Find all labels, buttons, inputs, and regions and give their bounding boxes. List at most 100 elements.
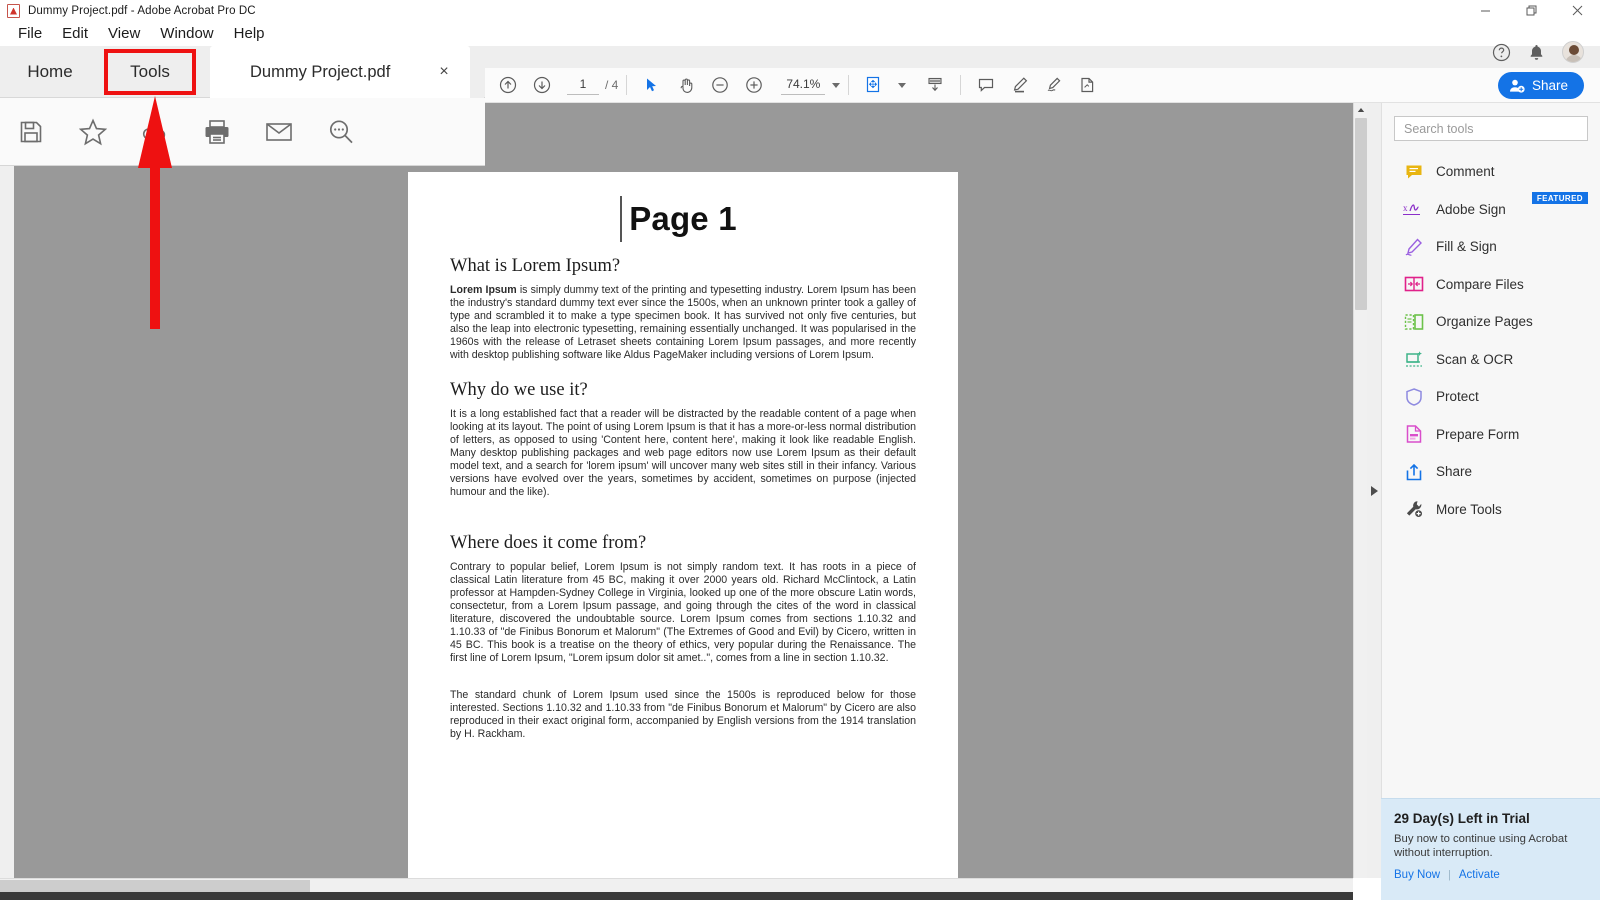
compare-files-icon [1403, 273, 1425, 295]
zoom-dropdown-caret-icon[interactable] [832, 82, 841, 88]
tool-item-adobe-sign[interactable]: x Adobe Sign FEATURED [1382, 191, 1600, 229]
tool-label-protect: Protect [1436, 389, 1479, 405]
zoom-in-icon[interactable] [737, 68, 771, 103]
section-heading-3: Where does it come from? [450, 533, 647, 553]
fit-page-icon[interactable] [857, 68, 891, 103]
tool-item-more-tools[interactable]: More Tools [1382, 491, 1600, 529]
horizontal-scroll-thumb[interactable] [0, 880, 310, 892]
close-button[interactable] [1554, 0, 1600, 21]
window-controls [1462, 0, 1600, 21]
zoom-out-icon[interactable] [703, 68, 737, 103]
vertical-scroll-thumb[interactable] [1355, 118, 1367, 310]
tool-label-comment: Comment [1436, 164, 1495, 180]
page-down-icon[interactable] [525, 68, 559, 103]
tool-label-adobe-sign: Adobe Sign [1436, 201, 1506, 217]
tool-label-fill-and-sign: Fill & Sign [1436, 239, 1497, 255]
sign-icon[interactable] [1037, 68, 1071, 103]
window-title: Dummy Project.pdf - Adobe Acrobat Pro DC [28, 4, 256, 17]
buy-now-link[interactable]: Buy Now [1394, 869, 1440, 881]
page-number-input[interactable]: 1 [567, 75, 599, 95]
search-tools-input[interactable]: Search tools [1394, 116, 1588, 141]
document-toolbar: 1 / 4 74.1% [485, 68, 1600, 103]
tool-item-share[interactable]: Share [1382, 453, 1600, 491]
adobe-sign-icon: x [1403, 198, 1425, 220]
tool-item-fill-and-sign[interactable]: Fill & Sign [1382, 228, 1600, 266]
window-bottom-edge [0, 892, 1353, 900]
tool-label-compare-files: Compare Files [1436, 276, 1524, 292]
acrobat-app-icon [7, 3, 20, 18]
tool-item-comment[interactable]: Comment [1382, 153, 1600, 191]
highlight-icon[interactable] [1003, 68, 1037, 103]
hand-tool-icon[interactable] [669, 68, 703, 103]
bell-icon[interactable] [1527, 43, 1546, 62]
header-right-cluster [1492, 36, 1600, 68]
star-icon[interactable] [62, 98, 124, 166]
chevron-right-icon-right-panel[interactable] [1371, 486, 1378, 496]
close-icon[interactable]: × [436, 64, 452, 80]
menu-window[interactable]: Window [150, 22, 223, 45]
tab-document-label: Dummy Project.pdf [250, 62, 391, 81]
avatar[interactable] [1562, 41, 1584, 63]
menu-view[interactable]: View [98, 22, 150, 45]
tools-list: Comment x Adobe Sign FEATURED Fill & Sig… [1382, 153, 1600, 528]
vertical-scrollbar[interactable] [1353, 103, 1367, 878]
left-panel-handle[interactable] [0, 166, 14, 878]
restore-button[interactable] [1508, 0, 1554, 21]
save-icon[interactable] [0, 98, 62, 166]
comment-icon [1403, 161, 1425, 183]
body-rest-1: is simply dummy text of the printing and… [450, 284, 916, 361]
tool-item-prepare-form[interactable]: Prepare Form [1382, 416, 1600, 454]
minimize-button[interactable] [1462, 0, 1508, 21]
section-body-2: It is a long established fact that a rea… [450, 408, 916, 498]
section-body-3: Contrary to popular belief, Lorem Ipsum … [450, 561, 916, 664]
quick-tools-ribbon [0, 98, 485, 166]
trial-title: 29 Day(s) Left in Trial [1394, 811, 1530, 826]
print-icon[interactable] [186, 98, 248, 166]
page-title: Page 1 [629, 200, 737, 237]
section-body-4: The standard chunk of Lorem Ipsum used s… [450, 689, 916, 740]
trial-links: Buy Now | Activate [1394, 869, 1586, 881]
menu-file[interactable]: File [8, 22, 52, 45]
search-icon[interactable] [310, 98, 372, 166]
toolbar-divider-2 [848, 75, 850, 95]
prepare-form-icon [1403, 423, 1425, 445]
select-cursor-icon[interactable] [635, 68, 669, 103]
tool-label-share: Share [1436, 464, 1473, 480]
pdf-page: Page 1 What is Lorem Ipsum? Lorem Ipsum … [408, 172, 958, 878]
page-up-icon[interactable] [491, 68, 525, 103]
horizontal-scrollbar[interactable] [0, 878, 1353, 892]
organize-pages-icon [1403, 311, 1425, 333]
svg-text:x: x [1403, 203, 1408, 213]
menu-help[interactable]: Help [224, 22, 275, 45]
tool-item-organize-pages[interactable]: Organize Pages [1382, 303, 1600, 341]
page-total-label: / 4 [605, 78, 619, 92]
help-icon[interactable] [1492, 43, 1511, 62]
zoom-level-input[interactable]: 74.1% [781, 75, 826, 95]
scroll-up-icon[interactable] [1354, 103, 1368, 117]
share-upload-icon [1403, 461, 1425, 483]
fit-dropdown-caret-icon[interactable] [898, 82, 907, 88]
stamp-icon[interactable] [1071, 68, 1105, 103]
document-viewport[interactable]: Page 1 What is Lorem Ipsum? Lorem Ipsum … [0, 103, 1353, 878]
tool-item-compare-files[interactable]: Compare Files [1382, 266, 1600, 304]
tool-item-scan-ocr[interactable]: Scan & OCR [1382, 341, 1600, 379]
scroll-mode-icon[interactable] [918, 68, 952, 103]
share-button-label: Share [1531, 78, 1568, 93]
toolbar-divider-3 [960, 75, 962, 95]
tool-item-protect[interactable]: Protect [1382, 378, 1600, 416]
menu-edit[interactable]: Edit [52, 22, 98, 45]
section-heading-1: What is Lorem Ipsum? [450, 256, 621, 276]
tool-label-organize-pages: Organize Pages [1436, 314, 1533, 330]
tool-label-prepare-form: Prepare Form [1436, 426, 1520, 442]
comment-icon[interactable] [969, 68, 1003, 103]
tool-label-scan-ocr: Scan & OCR [1436, 351, 1514, 367]
tab-home[interactable]: Home [0, 46, 100, 98]
activate-link[interactable]: Activate [1459, 869, 1500, 881]
share-person-icon [1509, 79, 1525, 93]
fill-and-sign-icon [1403, 236, 1425, 258]
share-button[interactable]: Share [1497, 72, 1584, 99]
scan-ocr-icon [1403, 348, 1425, 370]
trial-link-separator: | [1448, 869, 1451, 881]
email-icon[interactable] [248, 98, 310, 166]
tab-document[interactable]: Dummy Project.pdf × [210, 46, 470, 98]
